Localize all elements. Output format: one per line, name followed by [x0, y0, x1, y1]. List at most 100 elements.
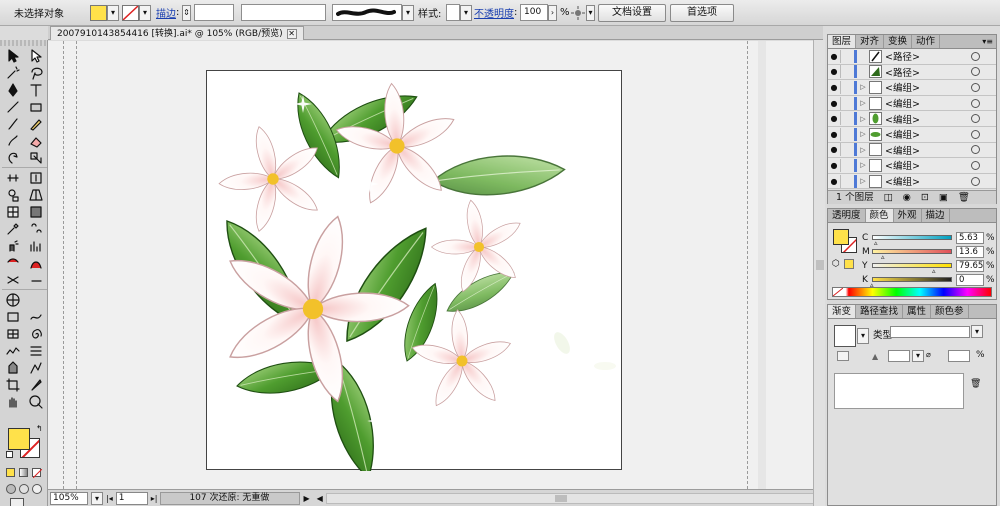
default-colors-icon[interactable]: [6, 451, 13, 458]
live-paint-select-tool[interactable]: [25, 360, 47, 376]
expand-triangle-icon[interactable]: ▷: [857, 99, 869, 107]
stroke-label[interactable]: 描边 :: [156, 4, 179, 21]
brush-definition-select[interactable]: ▾: [332, 4, 414, 21]
lock-toggle[interactable]: [840, 65, 852, 79]
layer-row[interactable]: ● ▷ <编组>: [828, 111, 996, 127]
line-tool[interactable]: [2, 99, 24, 115]
layer-name[interactable]: <编组>: [885, 143, 971, 157]
make-clip-mask-icon[interactable]: ◉: [903, 191, 911, 204]
variable-width-select[interactable]: [241, 4, 326, 21]
layer-name[interactable]: <路径>: [885, 65, 971, 79]
document-tab-title[interactable]: 2007910143854416 [转换].ai* @ 105% (RGB/预览…: [57, 28, 283, 40]
visibility-eye-icon[interactable]: ●: [828, 67, 840, 76]
twirl-tool[interactable]: [25, 326, 47, 342]
tab-gradient[interactable]: 渐变: [828, 305, 857, 318]
knife-tool[interactable]: [25, 377, 47, 393]
layer-row[interactable]: ● ▷ <编组>: [828, 158, 996, 174]
chevron-down-icon[interactable]: ▾: [402, 4, 414, 21]
tab-align[interactable]: 对齐: [856, 35, 885, 48]
color-slider-m[interactable]: M ▵ 13.6%: [862, 245, 995, 261]
chevron-down-icon[interactable]: ▾: [586, 4, 595, 21]
cube-icon[interactable]: ⬡: [832, 259, 840, 269]
locate-object-icon[interactable]: ◫: [884, 191, 893, 204]
fill-stroke-swatches[interactable]: ↰: [6, 424, 44, 460]
last-page-icon[interactable]: ▸|: [151, 494, 158, 503]
tab-appearance[interactable]: 外观: [894, 209, 922, 222]
horizontal-scrollbar[interactable]: [325, 492, 824, 504]
chevron-down-icon[interactable]: ▾: [91, 491, 103, 505]
hand-tool-2[interactable]: [2, 394, 24, 410]
wave-tool[interactable]: [2, 343, 24, 359]
delete-layer-icon[interactable]: 🗑: [958, 191, 970, 204]
lock-toggle[interactable]: [840, 143, 852, 157]
chevron-down-icon[interactable]: ▾: [460, 4, 472, 21]
fill-swatch[interactable]: [833, 229, 849, 245]
target-circle-icon[interactable]: [971, 51, 980, 61]
target-circle-icon[interactable]: [971, 176, 980, 186]
free-transform-tool[interactable]: [25, 170, 47, 186]
zoom-tool[interactable]: [2, 292, 24, 308]
fill-swatch-large[interactable]: [8, 428, 30, 450]
color-slider-c[interactable]: C ▵ 5.63%: [862, 231, 995, 247]
draw-inside-icon[interactable]: [32, 484, 42, 494]
stroke-weight-select[interactable]: [194, 4, 234, 21]
paintbrush-tool[interactable]: [2, 116, 24, 132]
scissors-tool[interactable]: [2, 272, 24, 288]
color-slider-y[interactable]: Y ▵ 79.65%: [862, 259, 995, 275]
chevron-down-icon[interactable]: ▾: [139, 4, 151, 21]
tab-actions[interactable]: 动作: [912, 35, 941, 48]
live-paint-tool[interactable]: [2, 360, 24, 376]
preferences-button[interactable]: 首选项: [670, 3, 734, 22]
channel-value[interactable]: 13.6: [956, 245, 984, 258]
recolor-artwork-button[interactable]: ▾: [570, 4, 595, 21]
lasso-tool[interactable]: [25, 65, 47, 81]
gardenia-illustration[interactable]: [207, 71, 623, 484]
chevron-down-icon[interactable]: ▾: [912, 350, 924, 362]
visibility-eye-icon[interactable]: ●: [828, 177, 840, 186]
selection-tool[interactable]: [2, 48, 24, 64]
delete-stop-icon[interactable]: 🗑: [970, 379, 981, 389]
expand-triangle-icon[interactable]: ▷: [857, 146, 869, 154]
draw-normal-icon[interactable]: [6, 484, 16, 494]
direct-selection-tool[interactable]: [25, 48, 47, 64]
perspective-grid-tool[interactable]: [25, 187, 47, 203]
layer-name[interactable]: <编组>: [885, 96, 971, 110]
stepper-icon[interactable]: ⇕: [182, 4, 191, 21]
layer-row[interactable]: ● <路径>: [828, 64, 996, 81]
mesh-tool[interactable]: [2, 204, 24, 220]
tab-transparency[interactable]: 透明度: [828, 209, 866, 222]
color-ramp[interactable]: ▵: [872, 249, 952, 261]
table-tool[interactable]: [2, 326, 24, 342]
column-graph-tool[interactable]: [25, 238, 47, 254]
target-circle-icon[interactable]: [971, 145, 980, 155]
color-fill-stroke[interactable]: [833, 229, 859, 253]
expand-triangle-icon[interactable]: ▷: [857, 130, 869, 138]
visibility-eye-icon[interactable]: ●: [828, 161, 840, 170]
blend-tool[interactable]: [25, 221, 47, 237]
type-tool[interactable]: [25, 82, 47, 98]
tab-transform[interactable]: 变换: [884, 35, 913, 48]
fill-swatch[interactable]: [90, 4, 107, 21]
first-page-icon[interactable]: |◂: [106, 494, 113, 503]
chevron-down-icon[interactable]: ▾: [971, 325, 983, 338]
symbol-sprayer-tool[interactable]: [2, 238, 24, 254]
opacity-label[interactable]: 不透明度 :: [474, 4, 517, 21]
style-select[interactable]: ▾: [446, 4, 472, 21]
artboard-tool[interactable]: [2, 255, 24, 271]
target-circle-icon[interactable]: [971, 67, 980, 77]
layer-name[interactable]: <编组>: [885, 127, 971, 141]
lock-toggle[interactable]: [840, 174, 852, 188]
lock-toggle[interactable]: [840, 96, 852, 110]
tab-color-guide[interactable]: 颜色参: [931, 305, 969, 318]
chevron-down-icon[interactable]: ▾: [857, 328, 869, 344]
visibility-eye-icon[interactable]: ●: [828, 130, 840, 139]
stroke-none-swatch[interactable]: [122, 4, 139, 21]
angle-input[interactable]: [888, 350, 910, 362]
gradient-type-select[interactable]: [890, 326, 970, 338]
visibility-eye-icon[interactable]: ●: [828, 114, 840, 123]
layer-row[interactable]: ● ▷ <编组>: [828, 173, 996, 190]
none-mode-icon[interactable]: [32, 468, 42, 478]
zoom-tool-2[interactable]: [25, 394, 47, 410]
artboard[interactable]: [206, 70, 623, 484]
gradient-preview[interactable]: [834, 325, 856, 347]
